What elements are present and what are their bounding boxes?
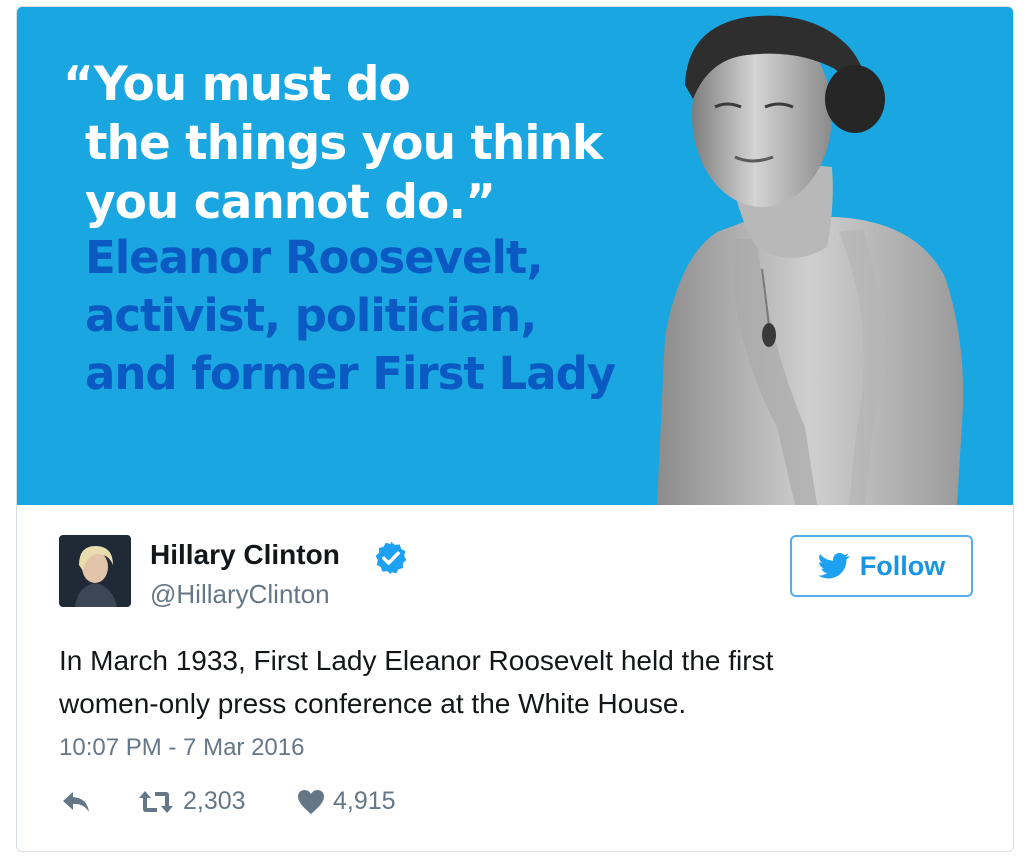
reply-icon — [63, 792, 89, 812]
follow-button-label: Follow — [859, 550, 946, 581]
tweet-image[interactable]: “You must do the things you think you ca… — [17, 7, 1013, 505]
follow-button[interactable]: Follow — [790, 535, 973, 597]
tweet-text-line: women-only press conference at the White… — [59, 688, 687, 719]
attribution-line: and former First Lady — [85, 347, 616, 400]
quote-line: you cannot do.” — [85, 175, 496, 230]
like-count: 4,915 — [333, 787, 396, 815]
quote-line: the things you think — [85, 116, 603, 171]
portrait-photo — [657, 15, 964, 505]
like-button[interactable]: 4,915 — [297, 787, 396, 816]
tweet-text: In March 1933, First Lady Eleanor Roosev… — [59, 639, 959, 725]
author-handle[interactable]: @HillaryClinton — [150, 579, 330, 610]
reply-button[interactable] — [61, 791, 91, 813]
attribution-line: activist, politician, — [85, 289, 537, 342]
quote-attribution: Eleanor Roosevelt, activist, politician,… — [85, 229, 616, 403]
embedded-tweet-card: “You must do the things you think you ca… — [16, 6, 1014, 852]
tweet-timestamp[interactable]: 10:07 PM - 7 Mar 2016 — [59, 734, 304, 762]
retweet-button[interactable]: 2,303 — [137, 787, 246, 816]
quote-line: “You must do — [63, 57, 411, 112]
verified-badge-icon — [375, 541, 407, 575]
quote-text: “You must do the things you think you ca… — [63, 55, 603, 232]
tweet-text-line: In March 1933, First Lady Eleanor Roosev… — [59, 645, 774, 676]
attribution-line: Eleanor Roosevelt, — [85, 231, 544, 284]
retweet-icon — [139, 790, 173, 813]
author-name[interactable]: Hillary Clinton — [150, 539, 340, 571]
twitter-bird-icon — [817, 553, 850, 579]
heart-icon — [298, 789, 324, 814]
avatar[interactable] — [59, 535, 131, 607]
retweet-count: 2,303 — [183, 787, 246, 815]
